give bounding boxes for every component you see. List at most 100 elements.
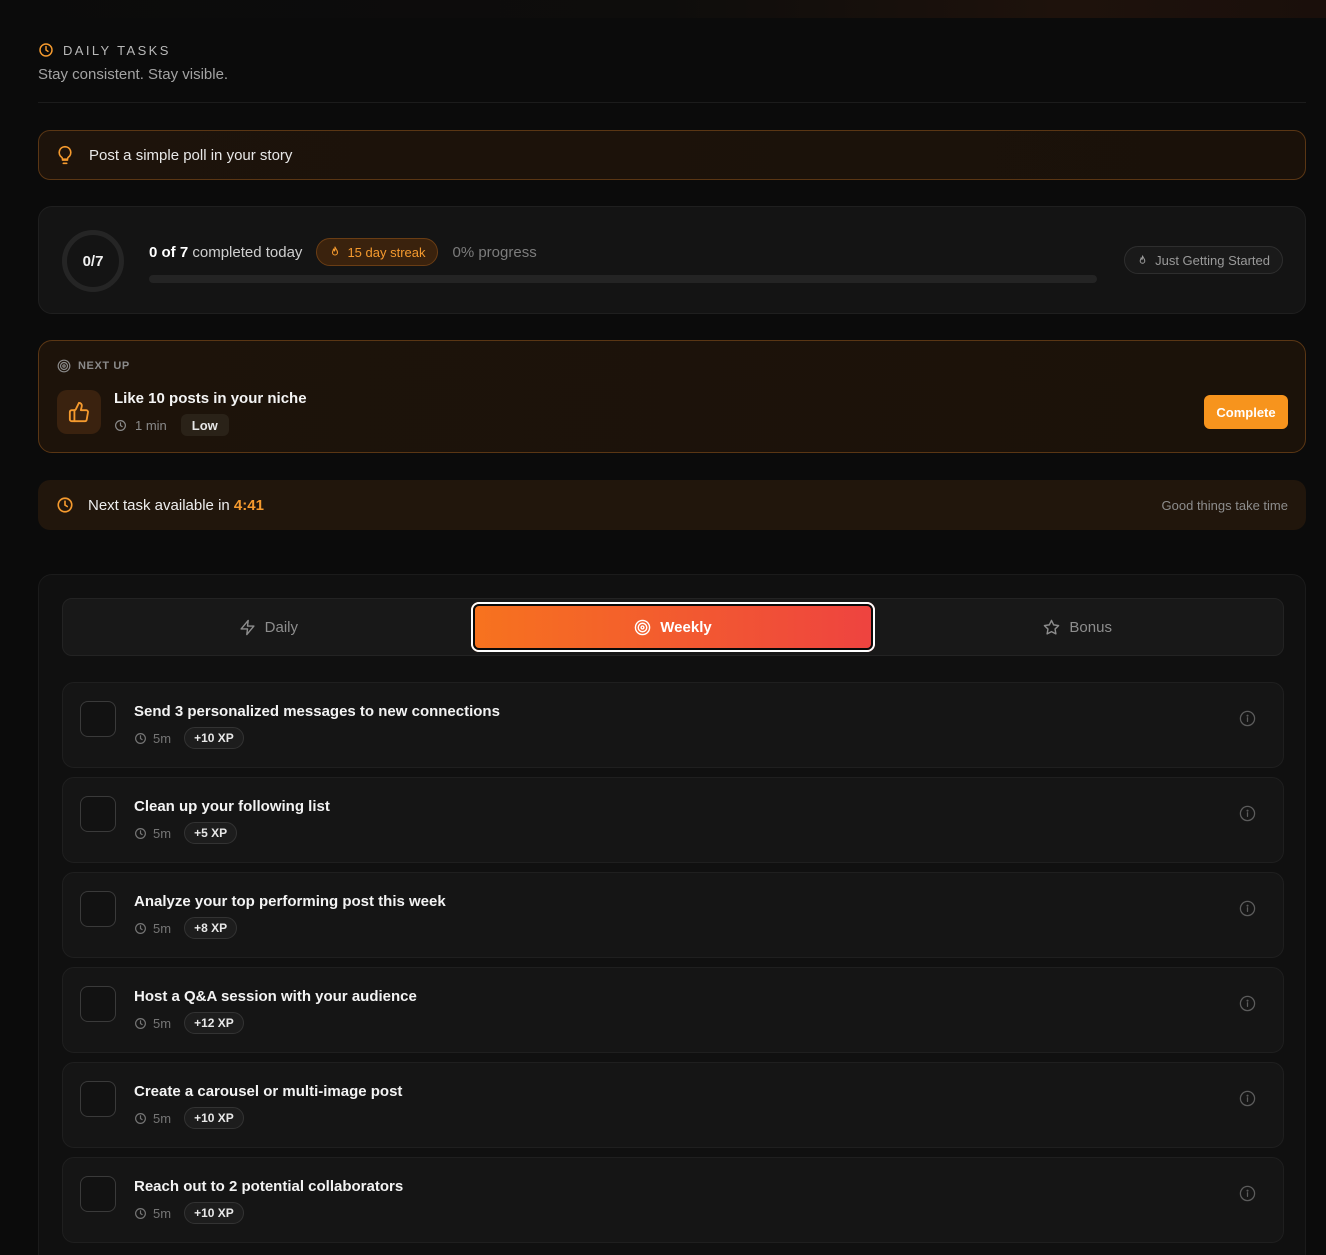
task-duration: 5m <box>153 1205 172 1221</box>
level-badge: Just Getting Started <box>1124 246 1283 274</box>
thumbs-up-icon <box>68 401 90 423</box>
clock-icon <box>134 1017 147 1030</box>
next-up-label: NEXT UP <box>78 360 130 372</box>
clock-icon <box>114 419 127 432</box>
clock-icon <box>134 732 147 745</box>
task-row: Host a Q&A session with your audience 5m… <box>62 967 1284 1053</box>
task-meta: 5m +8 XP <box>134 917 238 939</box>
task-title: Clean up your following list <box>134 798 330 815</box>
timer-countdown: 4:41 <box>233 496 264 514</box>
progress-bar <box>149 275 1097 283</box>
task-duration: 5m <box>153 1110 172 1126</box>
task-meta: 5m +10 XP <box>134 727 244 749</box>
next-up-header: NEXT UP <box>57 359 130 373</box>
tab-weekly-label: Weekly <box>660 618 712 636</box>
task-row: Send 3 personalized messages to new conn… <box>62 682 1284 768</box>
tip-banner: Post a simple poll in your story <box>38 130 1306 180</box>
lightbulb-icon <box>55 144 75 166</box>
tab-daily-label: Daily <box>264 618 298 636</box>
task-checkbox[interactable] <box>80 701 116 737</box>
tab-bonus[interactable]: Bonus <box>875 602 1280 652</box>
task-title: Send 3 personalized messages to new conn… <box>134 703 500 720</box>
streak-badge: 15 day streak <box>316 238 439 266</box>
progress-ring-label: 0/7 <box>82 252 104 270</box>
task-xp-badge: +12 XP <box>184 1012 244 1034</box>
next-up-duration: 1 min <box>135 417 167 433</box>
priority-badge: Low <box>180 414 229 436</box>
lightning-icon <box>239 619 256 636</box>
info-icon[interactable] <box>1239 710 1256 727</box>
task-duration: 5m <box>153 730 172 746</box>
info-icon[interactable] <box>1239 900 1256 917</box>
next-task-timer: Next task available in 4:41 Good things … <box>38 480 1306 530</box>
clock-icon <box>134 922 147 935</box>
tab-bonus-label: Bonus <box>1069 618 1112 636</box>
target-icon <box>57 359 71 373</box>
progress-card: 0/7 0 of 7 completed today 15 day streak… <box>38 206 1306 314</box>
timer-text: Next task available in 4:41 <box>88 497 264 514</box>
task-row: Clean up your following list 5m +5 XP <box>62 777 1284 863</box>
page-title-row: DAILY TASKS <box>38 40 1306 60</box>
task-title: Analyze your top performing post this we… <box>134 893 446 910</box>
task-checkbox[interactable] <box>80 1176 116 1212</box>
task-meta: 5m +5 XP <box>134 822 238 844</box>
page-subtitle: Stay consistent. Stay visible. <box>38 66 229 83</box>
task-duration: 5m <box>153 920 172 936</box>
clock-icon <box>56 496 74 514</box>
task-xp-badge: +10 XP <box>184 1107 244 1129</box>
level-label: Just Getting Started <box>1155 252 1270 268</box>
header-divider <box>38 102 1306 103</box>
task-duration: 5m <box>153 1015 172 1031</box>
task-checkbox[interactable] <box>80 986 116 1022</box>
task-title: Host a Q&A session with your audience <box>134 988 417 1005</box>
flame-icon <box>329 245 341 259</box>
info-icon[interactable] <box>1239 995 1256 1012</box>
info-icon[interactable] <box>1239 1185 1256 1202</box>
top-gradient-band <box>0 0 1326 18</box>
task-list: Send 3 personalized messages to new conn… <box>62 682 1284 1252</box>
task-duration: 5m <box>153 825 172 841</box>
task-xp-badge: +5 XP <box>184 822 238 844</box>
task-tabs: Daily Weekly Bonus <box>62 598 1284 656</box>
clock-icon <box>134 1207 147 1220</box>
task-row: Reach out to 2 potential collaborators 5… <box>62 1157 1284 1243</box>
timer-prefix: Next task available in <box>88 496 234 514</box>
completed-suffix: completed today <box>188 243 303 261</box>
star-icon <box>1043 619 1060 636</box>
task-checkbox[interactable] <box>80 891 116 927</box>
completed-text: 0 of 7 completed today <box>149 244 302 261</box>
next-up-card: NEXT UP Like 10 posts in your niche 1 mi… <box>38 340 1306 453</box>
clock-icon <box>134 1112 147 1125</box>
tab-daily[interactable]: Daily <box>66 602 471 652</box>
completed-count: 0 of 7 <box>149 243 189 261</box>
task-xp-badge: +8 XP <box>184 917 238 939</box>
task-row: Create a carousel or multi-image post 5m… <box>62 1062 1284 1148</box>
task-meta: 5m +10 XP <box>134 1202 244 1224</box>
task-meta: 5m +10 XP <box>134 1107 244 1129</box>
flame-icon <box>1137 254 1148 267</box>
progress-ring: 0/7 <box>62 230 124 292</box>
timer-note: Good things take time <box>1161 497 1288 513</box>
complete-button[interactable]: Complete <box>1204 395 1288 429</box>
timer-message: Next task available in 4:41 <box>56 496 264 514</box>
task-xp-badge: +10 XP <box>184 1202 244 1224</box>
task-checkbox[interactable] <box>80 796 116 832</box>
info-icon[interactable] <box>1239 1090 1256 1107</box>
task-checkbox[interactable] <box>80 1081 116 1117</box>
page-header: DAILY TASKS Stay consistent. Stay visibl… <box>38 40 1306 84</box>
clock-icon <box>134 827 147 840</box>
next-up-meta: 1 min Low <box>114 414 229 436</box>
task-meta: 5m +12 XP <box>134 1012 244 1034</box>
tab-weekly[interactable]: Weekly <box>470 602 876 652</box>
info-icon[interactable] <box>1239 805 1256 822</box>
tip-text: Post a simple poll in your story <box>89 146 293 164</box>
progress-stats: 0 of 7 completed today 15 day streak 0% … <box>149 237 537 267</box>
page-title: DAILY TASKS <box>63 42 171 58</box>
progress-percent: 0% progress <box>452 243 537 261</box>
task-title: Reach out to 2 potential collaborators <box>134 1178 404 1195</box>
target-icon <box>634 619 651 636</box>
streak-label: 15 day streak <box>347 244 426 260</box>
next-up-icon-box <box>57 390 101 434</box>
task-row: Analyze your top performing post this we… <box>62 872 1284 958</box>
clock-icon <box>38 42 54 58</box>
